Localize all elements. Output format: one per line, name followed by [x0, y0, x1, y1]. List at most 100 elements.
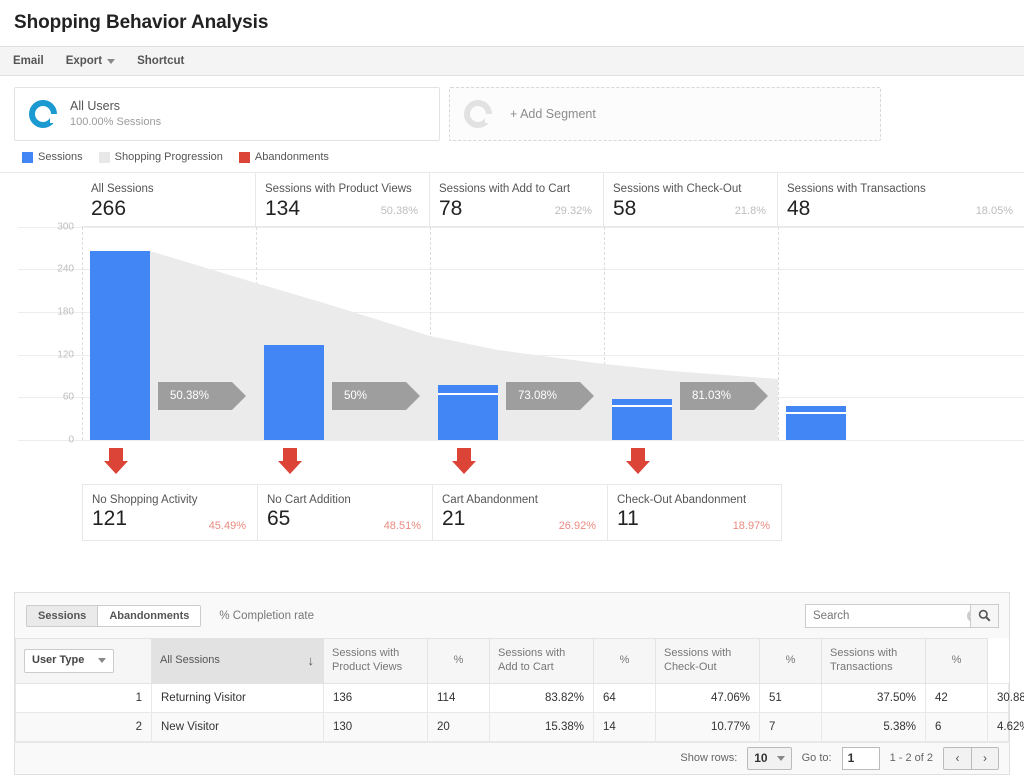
transition-pct: 50.38% [170, 390, 210, 402]
abandon-name: No Shopping Activity [92, 494, 198, 506]
search-input[interactable] [813, 609, 967, 622]
abandon-arrow-cart-abandonment [430, 448, 604, 474]
segment-all-users[interactable]: All Users 100.00% Sessions [14, 87, 440, 141]
column-product-views[interactable]: Sessions with Product Views [323, 638, 428, 684]
cell-transactions-pct: 4.62% [987, 711, 1024, 742]
search-box[interactable]: ✕ [805, 603, 979, 628]
chevron-down-icon [98, 658, 107, 664]
abandon-pct: 45.49% [208, 520, 246, 532]
step-name: Sessions with Product Views [265, 183, 412, 195]
dimension-selector[interactable]: User Type [24, 648, 115, 673]
cell-transactions-pct: 30.88% [987, 682, 1024, 713]
cell-check-out-pct: 37.50% [821, 682, 926, 713]
row-dimension-value[interactable]: Returning Visitor [151, 682, 324, 713]
result-range-label: 1 - 2 of 2 [889, 752, 933, 764]
down-arrow-icon [626, 448, 650, 474]
cell-transactions: 42 [925, 682, 988, 713]
column-product-views-pct[interactable]: % [427, 638, 490, 684]
abandon-box-no-shopping-activity[interactable]: No Shopping Activity 121 45.49% [82, 484, 257, 541]
column-add-to-cart-pct[interactable]: % [593, 638, 656, 684]
chevron-down-icon [107, 58, 116, 64]
dimension-header[interactable]: User Type [15, 638, 152, 684]
transition-badge-1: 50.38% [158, 382, 246, 410]
abandon-arrow-no-shopping-activity [82, 448, 256, 474]
step-pct: 18.05% [975, 205, 1013, 217]
segment-name: All Users [70, 99, 121, 114]
prev-page-button[interactable]: ‹ [943, 746, 971, 770]
bar-add-to-cart[interactable] [438, 385, 498, 440]
cell-add-to-cart-pct: 47.06% [655, 682, 760, 713]
column-label: % [951, 653, 962, 666]
cell-transactions: 6 [925, 711, 988, 742]
export-label: Export [65, 55, 103, 67]
cell-all-sessions: 136 [323, 682, 428, 713]
funnel-step-transactions[interactable]: Sessions with Transactions 48 18.05% [778, 173, 1024, 227]
cell-check-out: 51 [759, 682, 822, 713]
search-button[interactable] [971, 603, 999, 628]
funnel-step-all-sessions[interactable]: All Sessions 266 [82, 173, 256, 227]
segment-donut-icon [29, 100, 57, 128]
shortcut-button[interactable]: Shortcut [137, 55, 184, 67]
cell-check-out: 7 [759, 711, 822, 742]
bar-transactions[interactable] [786, 406, 846, 440]
funnel-step-check-out[interactable]: Sessions with Check-Out 58 21.8% [604, 173, 778, 227]
tab-abandonments[interactable]: Abandonments [98, 604, 202, 627]
bar-product-views[interactable] [264, 345, 324, 440]
bar-all-sessions[interactable] [90, 251, 150, 440]
tab-abandonments-label: Abandonments [109, 609, 190, 622]
funnel-step-add-to-cart[interactable]: Sessions with Add to Cart 78 29.32% [430, 173, 604, 227]
cell-product-views-pct: 83.82% [489, 682, 594, 713]
legend-label-abandonments: Abandonments [254, 151, 329, 163]
tab-sessions[interactable]: Sessions [26, 604, 99, 627]
funnel-step-product-views[interactable]: Sessions with Product Views 134 50.38% [256, 173, 430, 227]
page-title-bar: Shopping Behavior Analysis [0, 0, 1024, 46]
rows-per-page-value: 10 [754, 751, 768, 765]
abandon-box-check-out-abandonment[interactable]: Check-Out Abandonment 11 18.97% [607, 484, 782, 541]
behavior-data-table: User Type All Sessions ↓ Sessions with P… [15, 638, 1024, 742]
column-transactions-pct[interactable]: % [925, 638, 988, 684]
column-label: % [785, 653, 796, 666]
funnel-step-headers: All Sessions 266 Sessions with Product V… [82, 173, 1024, 227]
segment-row: All Users 100.00% Sessions + Add Segment [0, 76, 1024, 141]
abandon-name: Cart Abandonment [442, 494, 538, 506]
chevron-down-icon [776, 755, 785, 761]
sort-descending-icon: ↓ [307, 652, 315, 668]
bar-check-out[interactable] [612, 399, 672, 440]
search-icon [978, 609, 991, 622]
funnel-chart: All Sessions 266 Sessions with Product V… [0, 172, 1024, 572]
table-row[interactable]: 2 New Visitor 130 20 15.38% 14 10.77% 7 … [15, 711, 1024, 742]
column-transactions[interactable]: Sessions with Transactions [821, 638, 926, 684]
add-segment-button[interactable]: + Add Segment [449, 87, 881, 141]
legend-item-abandonments: Abandonments [238, 151, 329, 163]
add-segment-donut-icon [464, 100, 492, 128]
row-dimension-value[interactable]: New Visitor [151, 711, 324, 742]
table-row[interactable]: 1 Returning Visitor 136 114 83.82% 64 47… [15, 682, 1024, 713]
abandon-arrow-no-cart-addition [256, 448, 430, 474]
column-check-out-pct[interactable]: % [759, 638, 822, 684]
rows-per-page-select[interactable]: 10 [747, 746, 792, 770]
step-pct: 29.32% [554, 205, 592, 217]
abandon-box-no-cart-addition[interactable]: No Cart Addition 65 48.51% [257, 484, 432, 541]
abandonment-arrows [82, 440, 1024, 484]
column-label: Sessions with Transactions [830, 647, 898, 673]
cell-product-views-pct: 15.38% [489, 711, 594, 742]
legend-item-sessions: Sessions [22, 151, 83, 163]
column-check-out[interactable]: Sessions with Check-Out [655, 638, 760, 684]
transition-badge-2: 50% [332, 382, 420, 410]
column-all-sessions[interactable]: All Sessions ↓ [151, 638, 324, 684]
abandon-box-cart-abandonment[interactable]: Cart Abandonment 21 26.92% [432, 484, 607, 541]
goto-page-input[interactable] [841, 746, 880, 770]
transition-badge-4: 81.03% [680, 382, 768, 410]
cell-add-to-cart-pct: 10.77% [655, 711, 760, 742]
column-add-to-cart[interactable]: Sessions with Add to Cart [489, 638, 594, 684]
column-label: Sessions with Add to Cart [498, 647, 566, 673]
export-button[interactable]: Export [65, 55, 116, 67]
column-label: Sessions with Check-Out [664, 647, 732, 673]
column-label: % [619, 653, 630, 666]
tab-sessions-label: Sessions [38, 609, 87, 622]
next-page-button[interactable]: › [971, 746, 999, 770]
shortcut-label: Shortcut [137, 55, 185, 67]
row-index: 1 [15, 682, 152, 713]
email-button[interactable]: Email [13, 55, 44, 67]
step-name: Sessions with Transactions [787, 183, 926, 195]
